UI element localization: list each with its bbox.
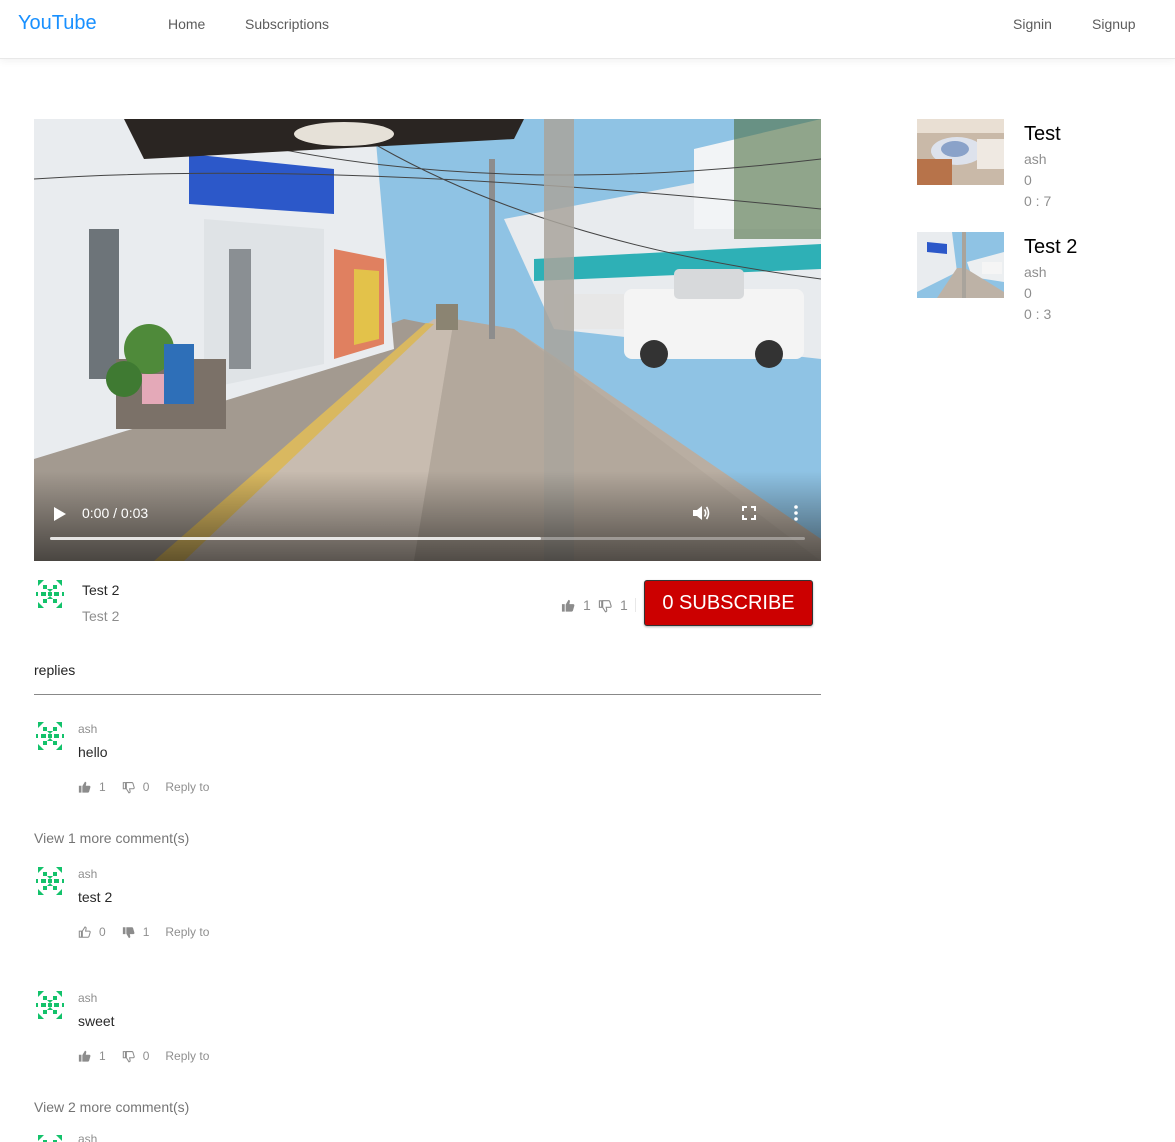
seek-bar[interactable] <box>50 537 805 540</box>
action-divider <box>635 598 636 612</box>
video-like-count: 1 <box>583 597 591 613</box>
related-video-title[interactable]: Test 2 <box>1024 236 1077 259</box>
comment-text: sweet <box>78 1013 115 1029</box>
related-video-title[interactable]: Test <box>1024 123 1061 146</box>
replies-heading: replies <box>34 662 76 678</box>
thumbs-down-icon <box>598 599 612 612</box>
related-video-author: ash <box>1024 151 1047 167</box>
comment-like-count: 1 <box>99 780 106 794</box>
comment-actions: 1 0 Reply to <box>78 1049 209 1063</box>
comment-avatar <box>34 865 66 897</box>
logo-link[interactable]: YouTube <box>18 12 97 35</box>
nav-home[interactable]: Home <box>168 16 205 32</box>
thumbs-up-icon <box>78 926 91 938</box>
view-more-comments-link[interactable]: View 1 more comment(s) <box>34 830 189 846</box>
related-video-thumbnail[interactable] <box>917 119 1004 185</box>
comment-like-count: 1 <box>99 1049 106 1063</box>
subscribe-button[interactable]: 0 SUBSCRIBE <box>644 580 813 626</box>
comment-dislike-button[interactable]: 1 <box>122 925 150 939</box>
video-title: Test 2 <box>82 582 120 598</box>
related-video-views: 0 <box>1024 172 1032 188</box>
comment-dislike-count: 1 <box>142 925 150 939</box>
comment-avatar <box>34 1133 66 1142</box>
comment-dislike-button[interactable]: 0 <box>122 1049 150 1063</box>
thumbs-down-icon <box>122 927 135 939</box>
thumbs-down-icon <box>122 782 135 794</box>
related-video-duration: 0 : 7 <box>1024 193 1052 209</box>
thumbs-up-icon <box>78 781 91 793</box>
nav-signup[interactable]: Signup <box>1092 16 1136 32</box>
replies-divider <box>34 694 821 695</box>
related-video-duration: 0 : 3 <box>1024 306 1052 322</box>
comment-avatar <box>34 989 66 1021</box>
thumbs-up-icon <box>78 1050 91 1062</box>
nav-subscriptions[interactable]: Subscriptions <box>245 16 329 32</box>
comment-like-button[interactable]: 1 <box>78 1049 106 1063</box>
top-nav-bar: YouTube Home Subscriptions Signin Signup <box>0 0 1175 59</box>
more-vert-icon[interactable] <box>794 505 798 521</box>
comment-text: hello <box>78 744 108 760</box>
play-icon[interactable] <box>53 506 67 522</box>
video-description: Test 2 <box>82 608 120 624</box>
reply-to-link[interactable]: Reply to <box>165 780 209 794</box>
view-more-comments-link[interactable]: View 2 more comment(s) <box>34 1099 189 1115</box>
comment-author[interactable]: ash <box>78 867 97 881</box>
comment-actions: 1 0 Reply to <box>78 780 209 794</box>
related-video-views: 0 <box>1024 285 1032 301</box>
related-video-author: ash <box>1024 264 1047 280</box>
reply-to-link[interactable]: Reply to <box>165 1049 209 1063</box>
comment-like-button[interactable]: 1 <box>78 780 106 794</box>
comment-dislike-count: 0 <box>142 780 150 794</box>
fullscreen-icon[interactable] <box>742 506 756 520</box>
thumbnail-image <box>917 119 1004 185</box>
thumbs-up-icon <box>561 599 575 612</box>
related-video-thumbnail[interactable] <box>917 232 1004 298</box>
comment-dislike-count: 0 <box>142 1049 150 1063</box>
player-timecode: 0:00 / 0:03 <box>82 505 149 521</box>
comment-author[interactable]: ash <box>78 1132 97 1142</box>
comment-avatar <box>34 720 66 752</box>
comment-actions: 0 1 Reply to <box>78 925 209 939</box>
video-player[interactable]: 0:00 / 0:03 <box>34 119 821 561</box>
comment-like-count: 0 <box>99 925 106 939</box>
video-dislike-count: 1 <box>620 597 628 613</box>
thumbnail-image <box>917 232 1004 298</box>
comment-text: test 2 <box>78 889 113 905</box>
video-like-button[interactable]: 1 <box>561 597 591 613</box>
seek-bar-buffered <box>50 537 541 540</box>
comment-author[interactable]: ash <box>78 991 97 1005</box>
comment-like-button[interactable]: 0 <box>78 925 106 939</box>
video-dislike-button[interactable]: 1 <box>598 597 628 613</box>
reply-to-link[interactable]: Reply to <box>165 925 209 939</box>
thumbs-down-icon <box>122 1051 135 1063</box>
uploader-avatar <box>34 578 66 610</box>
comment-author[interactable]: ash <box>78 722 97 736</box>
volume-icon[interactable] <box>693 505 711 521</box>
comment-dislike-button[interactable]: 0 <box>122 780 150 794</box>
nav-signin[interactable]: Signin <box>1013 16 1052 32</box>
